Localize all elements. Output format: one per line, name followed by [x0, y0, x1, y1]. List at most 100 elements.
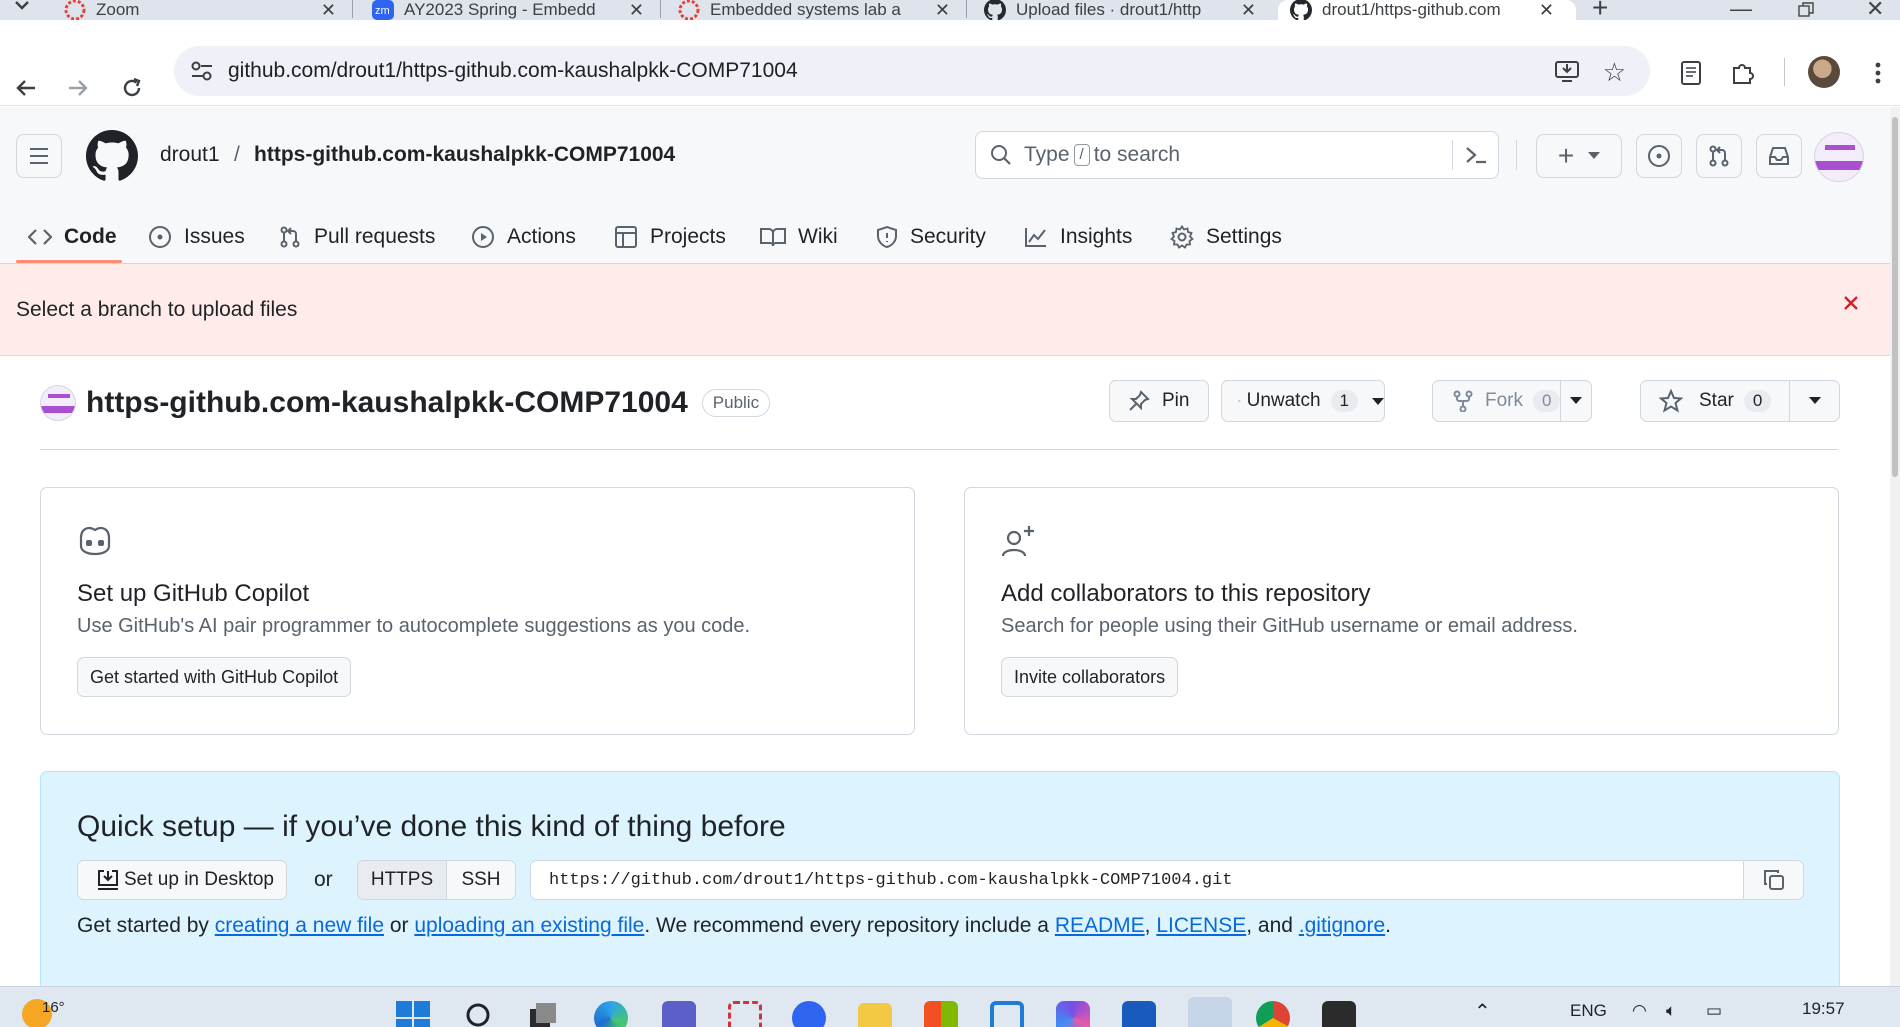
browser-tab[interactable]: Zoom ✕ — [52, 0, 352, 21]
command-palette-icon[interactable] — [1464, 144, 1488, 166]
copilot-app-icon[interactable] — [1056, 1001, 1090, 1027]
inbox-button[interactable] — [1756, 134, 1802, 178]
license-link[interactable]: LICENSE — [1156, 914, 1246, 937]
wifi-icon[interactable]: ◠ — [1632, 1001, 1647, 1021]
reload-icon[interactable] — [116, 72, 148, 104]
reading-list-icon[interactable] — [1676, 58, 1706, 88]
github-logo-icon[interactable] — [86, 130, 138, 187]
tab-insights[interactable]: Insights — [1024, 210, 1132, 264]
tab-settings[interactable]: Settings — [1170, 210, 1282, 264]
get-started-copilot-button[interactable]: Get started with GitHub Copilot — [77, 657, 352, 697]
star-dropdown-button[interactable] — [1789, 381, 1839, 421]
browser-tab[interactable]: Upload files · drout1/http ✕ — [972, 0, 1272, 21]
close-icon[interactable]: ✕ — [1539, 0, 1554, 21]
volume-icon[interactable]: 🔈︎ — [1666, 1001, 1676, 1021]
close-icon[interactable]: ✕ — [321, 0, 336, 21]
breadcrumb-owner[interactable]: drout1 — [160, 143, 220, 167]
install-app-icon[interactable] — [1554, 59, 1580, 88]
teams-icon[interactable] — [662, 1001, 696, 1027]
tab-search-icon[interactable] — [10, 0, 34, 18]
invite-collaborators-button[interactable]: Invite collaborators — [1001, 657, 1179, 697]
terminal-icon[interactable] — [1322, 1001, 1356, 1027]
issue-icon — [149, 226, 171, 248]
tab-issues[interactable]: Issues — [148, 210, 245, 264]
bookmark-star-icon[interactable]: ☆ — [1603, 57, 1626, 88]
word-icon[interactable] — [1122, 1001, 1156, 1027]
search-input[interactable]: Type / to search — [975, 131, 1499, 179]
browser-tab-active[interactable]: drout1/https-github.com ✕ — [1278, 0, 1576, 21]
create-new-button[interactable]: + — [1536, 134, 1622, 178]
unwatch-button[interactable]: Unwatch 1 — [1221, 380, 1385, 422]
fork-dropdown-button[interactable] — [1560, 381, 1591, 421]
task-view-icon[interactable] — [528, 1001, 562, 1027]
hamburger-menu-button[interactable] — [16, 134, 62, 178]
copy-icon[interactable] — [1743, 861, 1803, 899]
tab-security[interactable]: Security — [876, 210, 986, 264]
tab-title: drout1/https-github.com — [1322, 0, 1501, 19]
instruction-text: or — [384, 914, 415, 937]
address-bar[interactable]: github.com/drout1/https-github.com-kaush… — [174, 46, 1650, 96]
back-icon[interactable] — [10, 72, 42, 104]
ssh-label: SSH — [461, 869, 501, 890]
instruction-text: . We recommend every repository include … — [644, 914, 1055, 937]
browser-tab[interactable]: Embedded systems lab a ✕ — [666, 0, 966, 21]
close-icon[interactable]: ✕ — [1241, 0, 1256, 21]
breadcrumb-repo[interactable]: https-github.com-kaushalpkk-COMP71004 — [254, 143, 675, 167]
close-icon[interactable]: ✕ — [935, 0, 950, 21]
extensions-icon[interactable] — [1728, 58, 1758, 88]
menu-kebab-icon[interactable] — [1868, 58, 1888, 88]
file-explorer-icon[interactable] — [858, 1003, 892, 1027]
page-scrollbar[interactable] — [1890, 107, 1900, 986]
gear-icon — [1170, 225, 1194, 249]
security-shield-icon[interactable] — [1188, 997, 1232, 1027]
scrollbar-thumb[interactable] — [1892, 117, 1898, 477]
minimize-icon[interactable]: — — [1730, 0, 1752, 22]
clock-time[interactable]: 19:57 — [1802, 999, 1845, 1019]
snipping-tool-icon[interactable] — [728, 1001, 762, 1027]
zoom-app-icon[interactable] — [792, 1001, 826, 1027]
start-icon[interactable] — [396, 1001, 430, 1027]
cortana-icon[interactable] — [990, 1001, 1024, 1027]
https-toggle[interactable]: HTTPS — [357, 860, 447, 900]
upload-existing-file-link[interactable]: uploading an existing file — [414, 914, 644, 937]
clone-url-input[interactable]: https://github.com/drout1/https-github.c… — [530, 860, 1804, 900]
issues-button[interactable] — [1636, 134, 1682, 178]
user-avatar[interactable] — [1814, 132, 1864, 182]
graph-icon — [1025, 228, 1046, 247]
ssh-toggle[interactable]: SSH — [446, 860, 516, 900]
setup-desktop-button[interactable]: Set up in Desktop — [77, 860, 287, 900]
plus-icon: + — [1557, 140, 1575, 171]
battery-icon[interactable]: ▭ — [1706, 1001, 1722, 1021]
chevron-up-icon[interactable]: ⌃ — [1474, 999, 1491, 1024]
close-icon[interactable] — [1842, 294, 1860, 317]
tab-wiki[interactable]: Wiki — [760, 210, 838, 264]
readme-link[interactable]: README — [1055, 914, 1145, 937]
copilot-card-description: Use GitHub's AI pair programmer to autoc… — [77, 615, 751, 637]
edge-icon[interactable] — [594, 1001, 628, 1027]
breadcrumb-separator: / — [234, 143, 240, 166]
browser-tab[interactable]: zm AY2023 Spring - Embedd ✕ — [360, 0, 660, 20]
tab-pull-requests[interactable]: Pull requests — [278, 210, 435, 264]
gitignore-link[interactable]: .gitignore — [1299, 914, 1385, 937]
language-indicator[interactable]: ENG — [1570, 1001, 1607, 1021]
star-button[interactable]: Star 0 — [1641, 389, 1789, 413]
tab-code[interactable]: Code — [28, 210, 117, 264]
tab-actions[interactable]: Actions — [471, 210, 576, 264]
pin-button[interactable]: Pin — [1109, 380, 1209, 422]
repo-name[interactable]: https-github.com-kaushalpkk-COMP71004 — [86, 386, 688, 420]
window-close-icon[interactable]: ✕ — [1866, 0, 1884, 22]
zoom-zm-icon: zm — [372, 0, 394, 21]
pull-requests-button[interactable] — [1696, 134, 1742, 178]
chrome-icon[interactable] — [1256, 1001, 1290, 1027]
chevron-down-icon — [1372, 390, 1384, 412]
create-new-file-link[interactable]: creating a new file — [215, 914, 384, 937]
store-icon[interactable] — [924, 1001, 958, 1027]
tab-projects[interactable]: Projects — [614, 210, 726, 264]
search-icon[interactable] — [464, 1001, 498, 1027]
forward-icon[interactable] — [62, 72, 94, 104]
fork-button[interactable]: Fork 0 — [1433, 390, 1561, 412]
site-settings-icon[interactable] — [190, 60, 214, 87]
search-placeholder-prefix: Type — [1024, 143, 1070, 166]
profile-avatar[interactable] — [1808, 56, 1840, 88]
close-icon[interactable]: ✕ — [629, 0, 644, 21]
